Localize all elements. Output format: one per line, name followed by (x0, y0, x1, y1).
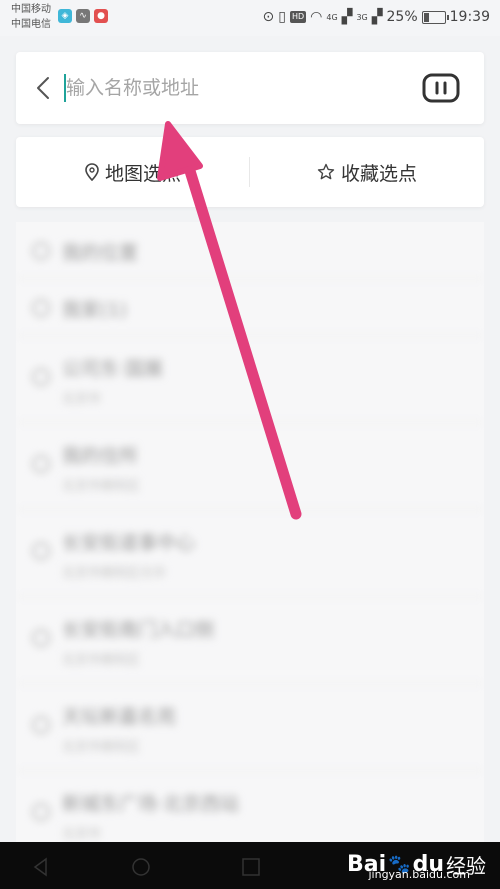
list-item[interactable]: 新城东广场·北京西站 北京市 (16, 771, 484, 842)
list-item-subtitle: 北京市 (62, 392, 102, 407)
clock: 19:39 (449, 9, 490, 25)
activity-icon: ∿ (76, 9, 90, 23)
back-icon[interactable] (30, 74, 58, 102)
search-bar (16, 52, 484, 124)
hd-icon: HD (289, 11, 307, 23)
tab-map-pick-label: 地图选点 (104, 162, 181, 185)
list-item-title: 新城东广场·北京西站 (62, 793, 240, 815)
signal-icon-2: ▞ (371, 9, 383, 25)
carrier-1: 中国移动 (11, 4, 51, 15)
list-item[interactable]: 天坛新嘉名苑 北京市朝阳区 (16, 684, 484, 771)
clock-icon (32, 455, 50, 473)
carrier-2: 中国电信 (11, 19, 51, 30)
clock-icon (32, 368, 50, 386)
list-item-title: 我家(1) (62, 299, 127, 321)
list-item[interactable]: 我的位置 (16, 222, 484, 279)
signal-icon: ▞ (341, 9, 353, 25)
list-item-subtitle: 北京市 (62, 827, 102, 842)
pick-mode-tabs: 地图选点 收藏选点 (16, 137, 484, 207)
status-right: ⊙ ▯ HD ◠ 4G ▞ 3G ▞ 25% 19:39 (263, 9, 491, 25)
tab-favorites-pick-label: 收藏选点 (340, 162, 417, 185)
location-list: 我的位置 我家(1) 公司东·国展 北京市 我的住所 北京市朝阳区 长安街道事中… (16, 222, 484, 842)
list-item-title: 公司东·国展 (62, 358, 164, 380)
list-item-subtitle: 北京市朝阳区 (62, 740, 141, 755)
clock-icon (32, 803, 50, 821)
list-item[interactable]: 我的住所 北京市朝阳区 (16, 423, 484, 510)
clock-icon (32, 629, 50, 647)
status-bar: 中国移动 中国电信 ◈ ∿ ● ⊙ ▯ HD ◠ 4G ▞ 3G ▞ 25% 1… (0, 0, 500, 36)
list-item-title: 我的住所 (62, 445, 139, 467)
wifi-icon: ◠ (310, 9, 323, 25)
battery-percent: 25% (386, 9, 418, 25)
search-input[interactable] (66, 72, 406, 104)
list-item-subtitle: 北京市朝阳区 (62, 479, 141, 494)
list-item-title: 天坛新嘉名苑 (62, 706, 177, 728)
list-item-subtitle: 北京市朝阳区 (62, 653, 141, 668)
list-item[interactable]: 我家(1) (16, 279, 484, 336)
nav-recents-icon[interactable] (240, 856, 262, 878)
nav-back-icon[interactable] (30, 856, 52, 878)
list-item-subtitle: 北京市朝阳区光华 (62, 566, 167, 581)
location-icon (32, 242, 50, 260)
vibrate-icon: ▯ (278, 9, 286, 25)
nav-home-icon[interactable] (130, 856, 152, 878)
list-item-title: 我的位置 (62, 242, 139, 264)
list-item-title: 长安街南门入口侧 (62, 619, 215, 641)
watermark-url: jingyan.baidu.com (368, 868, 470, 881)
microphone-icon: ● (94, 9, 108, 23)
star-icon (317, 163, 335, 180)
list-item[interactable]: 长安街道事中心 北京市朝阳区光华 (16, 510, 484, 597)
tab-map-pick[interactable]: 地图选点 (16, 137, 250, 207)
tab-favorites-pick[interactable]: 收藏选点 (250, 137, 484, 207)
list-item-title: 长安街道事中心 (62, 532, 196, 554)
network-3g-label: 3G (356, 12, 368, 22)
notification-icons: ◈ ∿ ● (58, 9, 108, 23)
list-item[interactable]: 公司东·国展 北京市 (16, 336, 484, 423)
home-icon (32, 299, 50, 317)
clock-icon (32, 716, 50, 734)
list-item[interactable]: 长安街南门入口侧 北京市朝阳区 (16, 597, 484, 684)
battery-icon (421, 10, 449, 24)
scan-icon[interactable] (422, 73, 460, 103)
clock-icon (32, 542, 50, 560)
map-pin-icon (85, 163, 99, 181)
location-icon: ⊙ (262, 9, 275, 25)
shield-icon: ◈ (58, 9, 72, 23)
network-4g-label: 4G (326, 12, 338, 22)
system-nav-bar: Bai 🐾 du 经验 (0, 842, 500, 889)
